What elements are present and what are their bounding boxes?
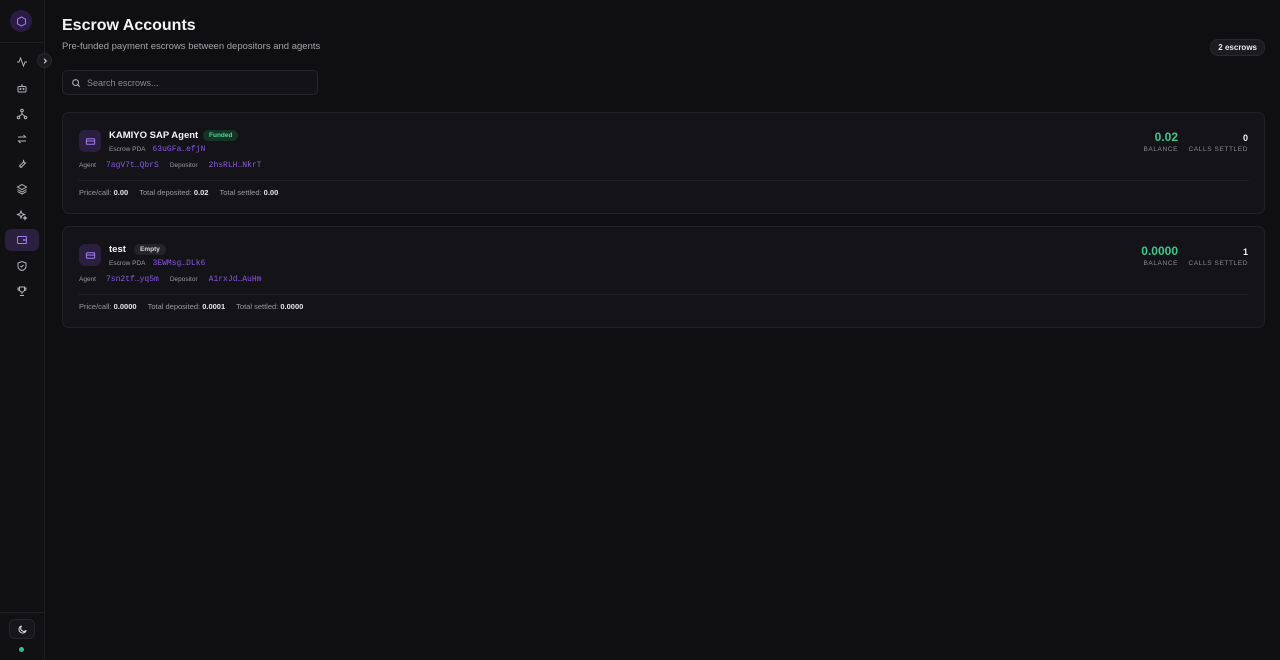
- sidebar-item-tools[interactable]: [5, 153, 39, 175]
- activity-icon: [17, 56, 27, 68]
- depositor-label: Depositor: [169, 276, 198, 283]
- balance-label: BALANCE: [1143, 260, 1178, 267]
- sparkles-icon: [16, 209, 28, 221]
- card-divider: [78, 294, 1249, 295]
- agent-label: Agent: [79, 276, 96, 283]
- total-settled-stat: Total settled: 0.00: [219, 188, 279, 197]
- theme-toggle-button[interactable]: [9, 619, 35, 639]
- sidebar-item-leaderboard[interactable]: [5, 280, 39, 302]
- depositor-address-link[interactable]: A1rxJd…AuHm: [209, 275, 262, 284]
- chevron-right-icon: [43, 57, 47, 64]
- sidebar-divider: [0, 612, 45, 613]
- sidebar-item-sparkles[interactable]: [5, 204, 39, 226]
- escrow-count-badge: 2 escrows: [1210, 39, 1265, 56]
- calls-settled-value: 0: [1242, 133, 1248, 143]
- calls-settled-block: 1 CALLS SETTLED: [1189, 247, 1248, 267]
- balance-value: 0.0000: [1141, 244, 1178, 258]
- escrow-pda-link[interactable]: 3EWMsg…DLk6: [152, 259, 205, 268]
- balance-block: 0.0000 BALANCE: [1141, 244, 1178, 267]
- card-divider: [78, 180, 1249, 181]
- escrow-pda-link[interactable]: 63uGFa…efjN: [152, 145, 205, 154]
- sidebar: [0, 0, 45, 660]
- balance-block: 0.02 BALANCE: [1143, 130, 1178, 153]
- balance-value: 0.02: [1154, 130, 1178, 144]
- sidebar-item-agents[interactable]: [5, 77, 39, 99]
- calls-settled-block: 0 CALLS SETTLED: [1189, 133, 1248, 153]
- connection-status-dot: [19, 647, 24, 652]
- page-subtitle: Pre-funded payment escrows between depos…: [62, 41, 321, 52]
- price-per-call-stat: Price/call: 0.00: [79, 188, 129, 197]
- escrow-name: KAMIYO SAP Agent: [109, 130, 199, 141]
- agent-label: Agent: [79, 162, 96, 169]
- sidebar-item-layers[interactable]: [5, 178, 39, 200]
- page-title: Escrow Accounts: [62, 17, 196, 34]
- balance-label: BALANCE: [1143, 146, 1178, 153]
- sidebar-divider: [0, 42, 45, 43]
- wallet-icon: [17, 236, 27, 244]
- escrow-card[interactable]: KAMIYO SAP Agent Funded Escrow PDA 63uGF…: [62, 112, 1265, 214]
- layers-icon: [16, 183, 28, 195]
- escrow-pda-label: Escrow PDA: [109, 260, 146, 267]
- escrow-card[interactable]: test Empty Escrow PDA 3EWMsg…DLk6 Agent …: [62, 226, 1265, 328]
- escrow-pda-label: Escrow PDA: [109, 146, 146, 153]
- trophy-icon: [17, 286, 27, 296]
- bot-icon: [17, 84, 27, 93]
- network-icon: [16, 108, 28, 120]
- calls-settled-label: CALLS SETTLED: [1188, 146, 1248, 153]
- depositor-address-link[interactable]: 2hsRLH…NkrT: [209, 161, 262, 170]
- parties-row: Agent 7sn2tf…yq5m Depositor A1rxJd…AuHm: [79, 275, 261, 284]
- calls-settled-label: CALLS SETTLED: [1188, 260, 1248, 267]
- sidebar-collapse-button[interactable]: [37, 53, 52, 68]
- escrow-pda-row: Escrow PDA 3EWMsg…DLk6: [109, 259, 205, 268]
- total-deposited-stat: Total deposited: 0.0001: [147, 302, 226, 311]
- search-box[interactable]: [62, 70, 318, 95]
- agent-address-link[interactable]: 7sn2tf…yq5m: [106, 275, 159, 284]
- total-deposited-stat: Total deposited: 0.02: [139, 188, 209, 197]
- sidebar-item-network[interactable]: [5, 103, 39, 125]
- escrow-stats: Price/call: 0.0000 Total deposited: 0.00…: [79, 302, 314, 311]
- status-badge: Empty: [134, 244, 166, 255]
- sidebar-item-escrow[interactable]: [5, 229, 39, 251]
- wallet-icon: [79, 244, 101, 266]
- total-settled-stat: Total settled: 0.0000: [236, 302, 304, 311]
- status-badge: Funded: [203, 130, 239, 141]
- sidebar-item-security[interactable]: [5, 255, 39, 277]
- escrow-pda-row: Escrow PDA 63uGFa…efjN: [109, 145, 205, 154]
- calls-settled-value: 1: [1242, 247, 1248, 257]
- agent-address-link[interactable]: 7agV7t…QbrS: [106, 161, 159, 170]
- hexagon-logo-icon[interactable]: [10, 10, 32, 32]
- search-input[interactable]: [87, 77, 307, 88]
- price-per-call-stat: Price/call: 0.0000: [79, 302, 137, 311]
- escrow-stats: Price/call: 0.00 Total deposited: 0.02 T…: [79, 188, 289, 197]
- depositor-label: Depositor: [169, 162, 198, 169]
- sidebar-item-transfers[interactable]: [5, 128, 39, 150]
- parties-row: Agent 7agV7t…QbrS Depositor 2hsRLH…NkrT: [79, 161, 261, 170]
- wrench-icon: [18, 159, 27, 169]
- escrow-name: test: [109, 244, 126, 255]
- shield-icon: [17, 260, 27, 272]
- moon-icon: [18, 624, 27, 633]
- wallet-icon: [79, 130, 101, 152]
- search-icon: [72, 78, 81, 87]
- sidebar-item-activity[interactable]: [5, 51, 39, 73]
- arrows-left-right-icon: [17, 134, 27, 144]
